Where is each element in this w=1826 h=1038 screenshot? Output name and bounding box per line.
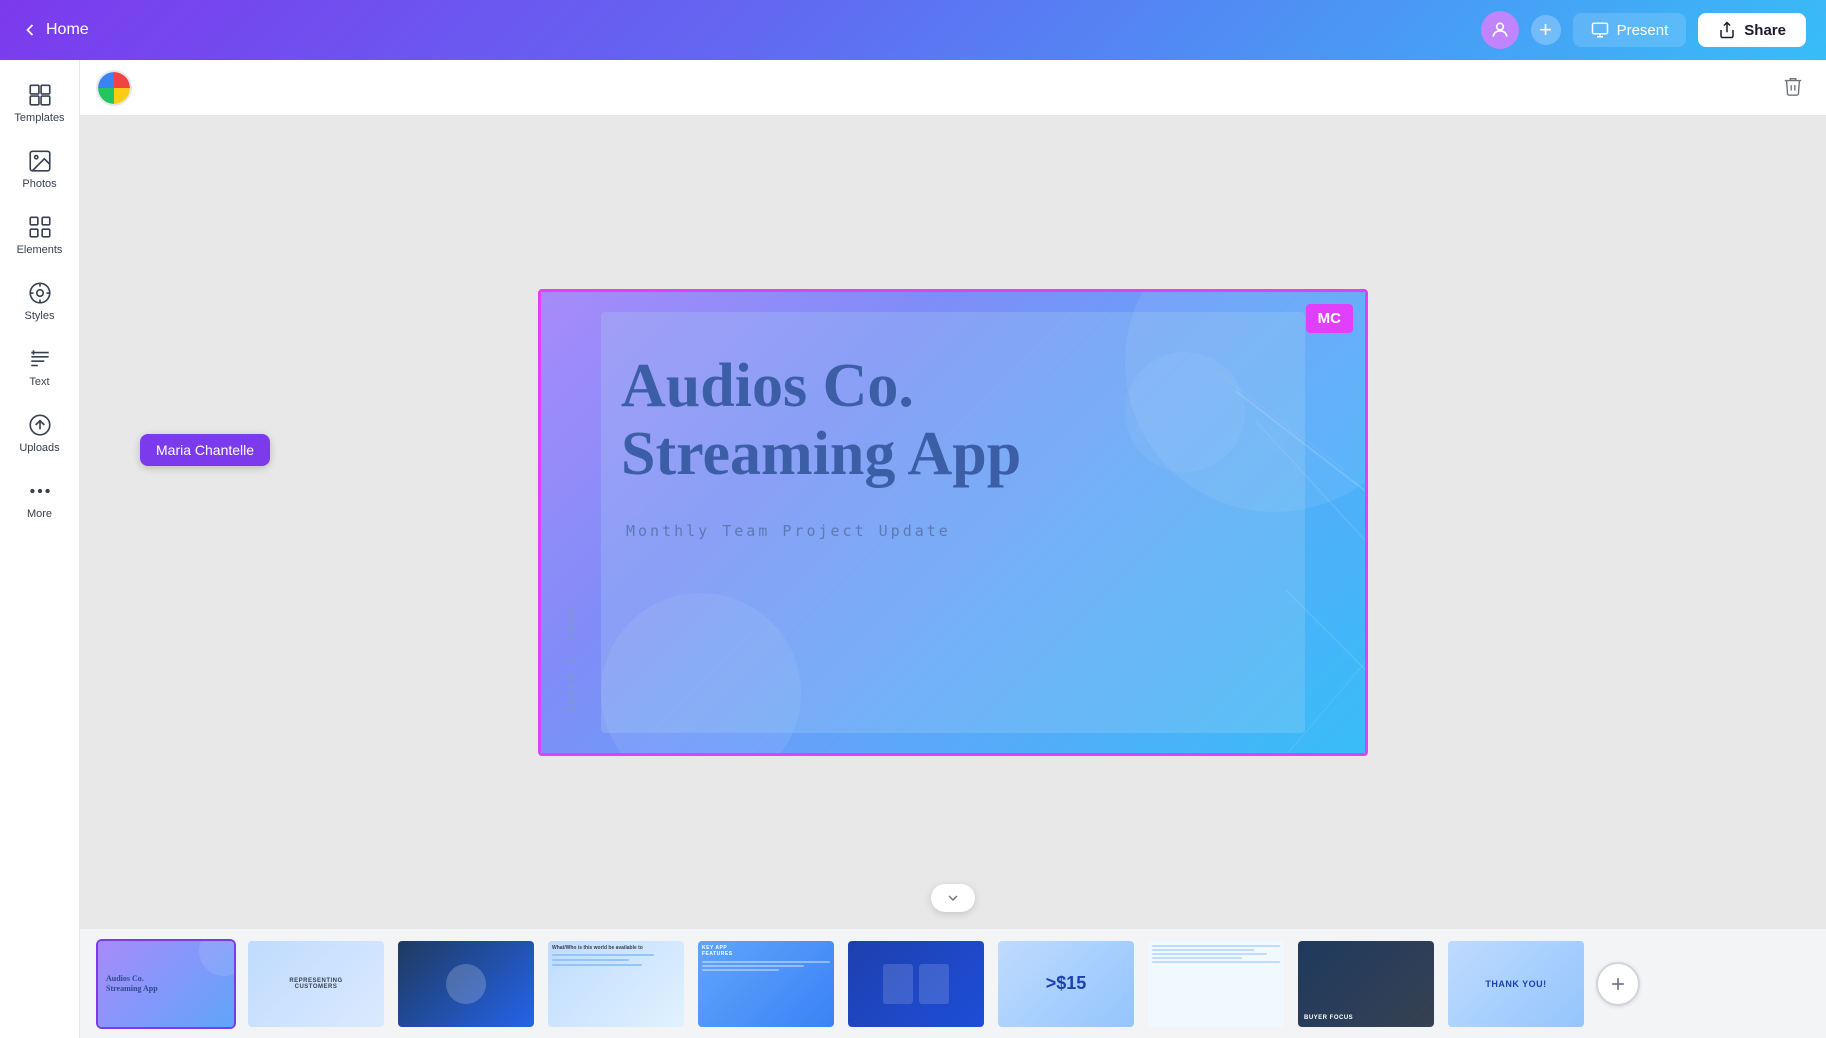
filmstrip-slide-9[interactable]: BUYER FOCUS: [1296, 939, 1436, 1029]
filmstrip-slide-6[interactable]: [846, 939, 986, 1029]
main-container: Templates Photos Elements Styles: [0, 60, 1826, 1038]
filmstrip: Audios Co.Streaming App REPRESENTINGCUST…: [80, 928, 1826, 1038]
color-picker-button[interactable]: [96, 70, 132, 106]
delete-button[interactable]: [1776, 69, 1810, 106]
sidebar-item-more[interactable]: More: [4, 468, 76, 530]
sidebar-item-text[interactable]: Text: [4, 336, 76, 398]
filmstrip-slide-3[interactable]: [396, 939, 536, 1029]
user-tooltip: Maria Chantelle: [140, 434, 270, 466]
add-collaborator-button[interactable]: +: [1531, 15, 1561, 45]
editor-area: Audios Co. Streaming App Monthly Team Pr…: [80, 60, 1826, 1038]
color-pie: [98, 72, 130, 104]
back-button[interactable]: Home: [20, 20, 89, 40]
templates-label: Templates: [14, 112, 64, 124]
uploads-label: Uploads: [19, 442, 59, 454]
filmstrip-slide-5[interactable]: KEY APPFEATURES: [696, 939, 836, 1029]
slide-mc-badge: MC: [1306, 304, 1353, 333]
collapse-filmstrip-button[interactable]: [931, 884, 975, 912]
filmstrip-slide-2[interactable]: REPRESENTINGCUSTOMERS: [246, 939, 386, 1029]
add-slide-button[interactable]: [1596, 962, 1640, 1006]
sidebar-item-templates[interactable]: Templates: [4, 72, 76, 134]
filmstrip-slide-4[interactable]: What/Who is this world be available to: [546, 939, 686, 1029]
text-label: Text: [29, 376, 49, 388]
sidebar-item-photos[interactable]: Photos: [4, 138, 76, 200]
canvas-container: Audios Co. Streaming App Monthly Team Pr…: [80, 116, 1826, 928]
slide-subtitle: Monthly Team Project Update: [626, 522, 951, 540]
sidebar-item-styles[interactable]: Styles: [4, 270, 76, 332]
elements-label: Elements: [17, 244, 63, 256]
photos-label: Photos: [22, 178, 56, 190]
slide-canvas[interactable]: Audios Co. Streaming App Monthly Team Pr…: [538, 289, 1368, 756]
toolbar: [80, 60, 1826, 116]
header-left: Home: [20, 20, 89, 40]
filmstrip-slide-8[interactable]: [1146, 939, 1286, 1029]
present-label: Present: [1617, 22, 1669, 39]
sidebar: Templates Photos Elements Styles: [0, 60, 80, 1038]
filmstrip-slide-1[interactable]: Audios Co.Streaming App: [96, 939, 236, 1029]
more-label: More: [27, 508, 52, 520]
filmstrip-slide-7[interactable]: >$15: [996, 939, 1136, 1029]
header-right: + Present Share: [1481, 11, 1806, 49]
slide-title: Audios Co. Streaming App: [621, 352, 1021, 488]
present-button[interactable]: Present: [1573, 13, 1687, 47]
share-button[interactable]: Share: [1698, 13, 1806, 47]
sidebar-item-elements[interactable]: Elements: [4, 204, 76, 266]
slide-date: MARCH 1, 2020: [567, 608, 578, 712]
share-label: Share: [1744, 22, 1786, 39]
avatar[interactable]: [1481, 11, 1519, 49]
home-label: Home: [46, 21, 89, 39]
sidebar-item-uploads[interactable]: Uploads: [4, 402, 76, 464]
header: Home + Present Share: [0, 0, 1826, 60]
filmstrip-slide-10[interactable]: THANK YOU!: [1446, 939, 1586, 1029]
styles-label: Styles: [25, 310, 55, 322]
